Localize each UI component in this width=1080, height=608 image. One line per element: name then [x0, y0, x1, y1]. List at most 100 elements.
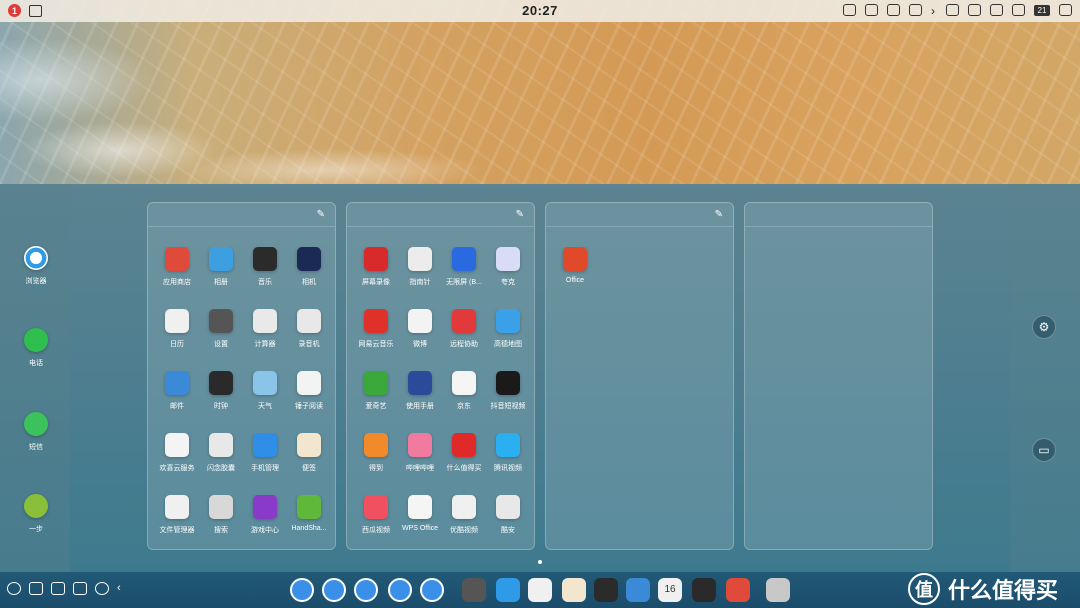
window-icon[interactable]: [51, 582, 65, 595]
pencil-icon[interactable]: ✎: [317, 209, 325, 220]
volume-icon[interactable]: [968, 4, 981, 16]
taskbar-trash-icon[interactable]: [766, 578, 790, 602]
tencent-video-icon: [496, 433, 520, 457]
drawer-settings-button[interactable]: ⚙: [1032, 315, 1056, 339]
app-netease-music[interactable]: 网易云音乐: [354, 309, 398, 349]
app-music[interactable]: 音乐: [243, 247, 287, 287]
app-bilibili[interactable]: 哔哩哔哩: [398, 433, 442, 473]
dock-item-phone[interactable]: 电话: [13, 328, 59, 368]
battery-indicator[interactable]: 21: [1034, 4, 1050, 16]
pencil-icon[interactable]: ✎: [516, 209, 524, 220]
taskbar-notes-icon[interactable]: [562, 578, 586, 602]
app-clock[interactable]: 时钟: [199, 371, 243, 411]
app-label: 酷安: [501, 527, 515, 534]
cast-icon[interactable]: [843, 4, 856, 16]
pencil-icon[interactable]: ✎: [715, 209, 723, 220]
youku-icon: [452, 495, 476, 519]
app-label: 微博: [413, 341, 427, 348]
copy-icon[interactable]: [29, 582, 43, 595]
keyboard-icon[interactable]: [946, 4, 959, 16]
calendar-icon: [165, 309, 189, 333]
app-dedao[interactable]: 得到: [354, 433, 398, 473]
taskbar-browser-icon[interactable]: [496, 578, 520, 602]
search-icon: [209, 495, 233, 519]
app-camera[interactable]: 相机: [287, 247, 331, 287]
manual-icon: [408, 371, 432, 395]
bluetooth-icon[interactable]: [990, 4, 1003, 16]
search-icon[interactable]: [887, 4, 900, 16]
basket-icon[interactable]: [95, 582, 109, 595]
app-files[interactable]: 文件管理器: [155, 495, 199, 535]
app-manual[interactable]: 使用手册: [398, 371, 442, 411]
taskbar-launcher-icon[interactable]: [290, 578, 314, 602]
taskbar-files-icon[interactable]: [528, 578, 552, 602]
app-iqiyi[interactable]: 爱奇艺: [354, 371, 398, 411]
taskbar-keyboard-icon[interactable]: [354, 578, 378, 602]
app-youku[interactable]: 优酷视频: [442, 495, 486, 535]
app-gallery[interactable]: 相册: [199, 247, 243, 287]
app-phone-manager[interactable]: 手机管理: [243, 433, 287, 473]
wifi-icon[interactable]: [1012, 4, 1025, 16]
dock-item-onestep[interactable]: 一步: [13, 494, 59, 534]
app-label: 搜索: [214, 527, 228, 534]
app-label: 西瓜视频: [362, 527, 390, 534]
app-cloud[interactable]: 欢喜云服务: [155, 433, 199, 473]
new-folder-button[interactable]: ▭: [1032, 438, 1056, 462]
app-label: 音乐: [258, 279, 272, 286]
page-indicator[interactable]: [538, 560, 542, 564]
taskbar-grid-icon[interactable]: [420, 578, 444, 602]
app-smzdm[interactable]: 什么值得买: [442, 433, 486, 473]
app-label: 相册: [214, 279, 228, 286]
app-game-center[interactable]: 游戏中心: [243, 495, 287, 535]
app-label: WPS Office: [401, 525, 439, 532]
taskbar-mail-icon[interactable]: [626, 578, 650, 602]
taskbar-settings-icon[interactable]: [462, 578, 486, 602]
app-office[interactable]: Office: [553, 247, 597, 284]
app-mail[interactable]: 邮件: [155, 371, 199, 411]
app-douyin[interactable]: 抖音短视频: [486, 371, 530, 411]
control-center-icon[interactable]: [1059, 4, 1072, 16]
toggle-icon[interactable]: [73, 582, 87, 595]
chevron-right-icon[interactable]: ›: [931, 4, 937, 18]
app-compass[interactable]: 指南针: [398, 247, 442, 287]
app-calendar[interactable]: 日历: [155, 309, 199, 349]
taskbar-calendar-icon[interactable]: 16: [658, 578, 682, 602]
app-jd[interactable]: 京东: [442, 371, 486, 411]
settings-icon: ⚙: [1038, 320, 1050, 334]
taskbar-app-store-icon[interactable]: [726, 578, 750, 602]
app-reader[interactable]: 锤子阅读: [287, 371, 331, 411]
settings-icon[interactable]: [7, 582, 21, 595]
taskbar-desktop-icon[interactable]: [322, 578, 346, 602]
app-weather[interactable]: 天气: [243, 371, 287, 411]
app-wps[interactable]: WPS Office: [398, 495, 442, 532]
weibo-icon: [408, 309, 432, 333]
app-capsule[interactable]: 闪念胶囊: [199, 433, 243, 473]
app-calculator[interactable]: 计算器: [243, 309, 287, 349]
app-remote-assist[interactable]: 远程协助: [442, 309, 486, 349]
taskbar-music-icon[interactable]: [594, 578, 618, 602]
taskbar-workspace-icon[interactable]: [388, 578, 412, 602]
app-handshaker[interactable]: HandSha...: [287, 495, 331, 532]
app-tencent-video[interactable]: 腾讯视频: [486, 433, 530, 473]
app-settings[interactable]: 设置: [199, 309, 243, 349]
app-app-store[interactable]: 应用商店: [155, 247, 199, 287]
taskbar-clock-icon[interactable]: [692, 578, 716, 602]
onestep-icon: [24, 494, 48, 518]
app-amap[interactable]: 高德地图: [486, 309, 530, 349]
app-recorder[interactable]: 录音机: [287, 309, 331, 349]
app-quark[interactable]: 夸克: [486, 247, 530, 287]
app-weibo[interactable]: 微博: [398, 309, 442, 349]
dock-item-browser[interactable]: 浏览器: [13, 246, 59, 286]
dock-item-message[interactable]: 短信: [13, 412, 59, 452]
network-icon[interactable]: [865, 4, 878, 16]
right-dock: [1010, 184, 1080, 572]
chevron-left-icon[interactable]: ‹: [117, 582, 121, 595]
app-search[interactable]: 搜索: [199, 495, 243, 535]
app-infinite-screen[interactable]: 无限屏 (B...: [442, 247, 486, 287]
app-xigua[interactable]: 西瓜视频: [354, 495, 398, 535]
app-notes[interactable]: 便签: [287, 433, 331, 473]
screenshot-icon[interactable]: [909, 4, 922, 16]
app-screen-record[interactable]: 屏幕录像: [354, 247, 398, 287]
browser-icon: [24, 246, 48, 270]
app-coolapk[interactable]: 酷安: [486, 495, 530, 535]
